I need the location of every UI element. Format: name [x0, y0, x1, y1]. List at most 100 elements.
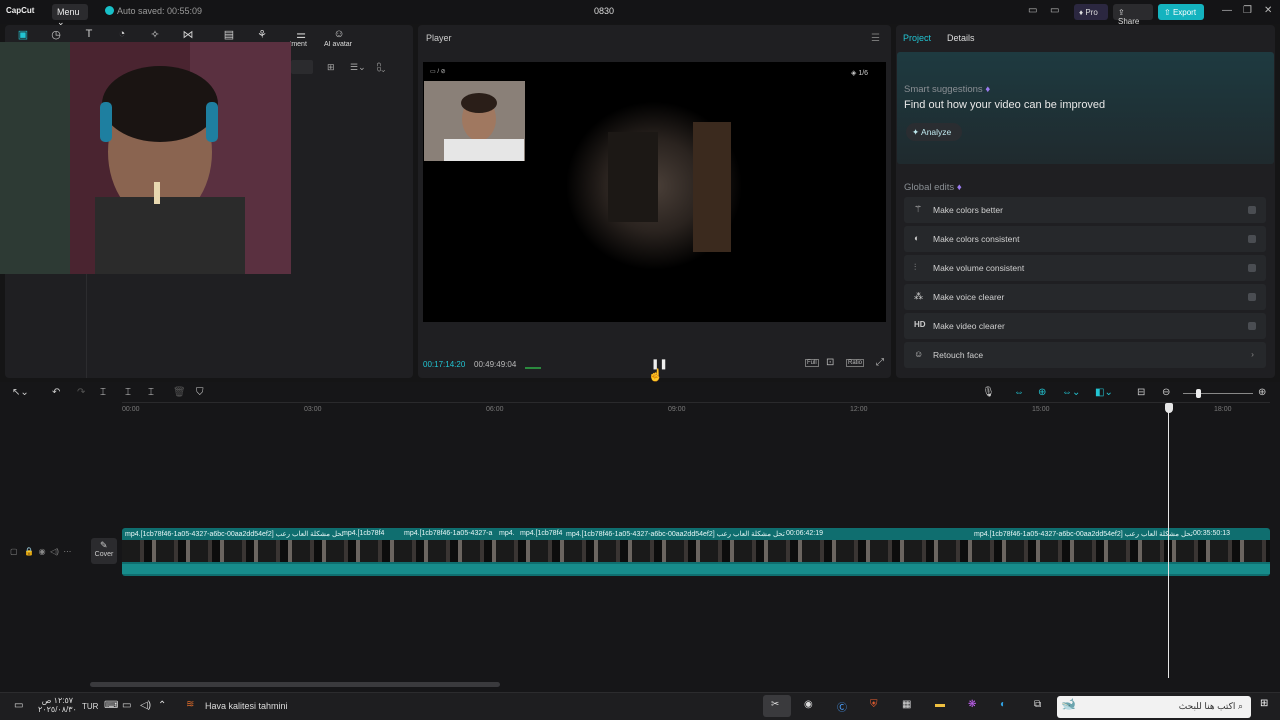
clip-label: mp4.	[499, 530, 515, 537]
tab-project[interactable]: Project	[903, 33, 931, 43]
select-tool-icon[interactable]: ↖⌄	[12, 387, 29, 398]
ruler-tick: 03:00	[304, 406, 322, 413]
c-app-icon[interactable]: Ⓒ	[837, 699, 847, 714]
microphone-icon[interactable]: 🎙	[982, 387, 995, 398]
share-button[interactable]: ⇪ Share	[1113, 4, 1153, 26]
search-highlight-icon: 🐋	[1061, 697, 1076, 711]
zoom-slider[interactable]	[1183, 393, 1253, 394]
undo-icon[interactable]: ↶	[52, 387, 60, 398]
toggle-box[interactable]	[1248, 206, 1256, 214]
timeline-scrollbar[interactable]	[90, 682, 500, 687]
track-select-icon[interactable]: ▢	[10, 547, 18, 556]
clip-label: mp4.[1cb78f4	[342, 530, 385, 537]
copilot-icon[interactable]: ❋	[968, 699, 976, 710]
monitor-icon[interactable]: ▭	[1050, 5, 1059, 16]
menu-icon[interactable]: ☰	[871, 33, 880, 44]
maximize-icon[interactable]: ❐	[1243, 5, 1252, 16]
more-icon[interactable]: ⋯	[63, 547, 71, 556]
diamond-icon: ♦	[985, 84, 991, 95]
search-input[interactable]	[291, 60, 313, 74]
taskbar-search[interactable]: اكتب هنا للبحث ⌕	[1057, 696, 1251, 718]
fit-icon[interactable]: ⊟	[1137, 387, 1145, 398]
magnet-icon[interactable]: ⊕	[1038, 387, 1046, 398]
chevron-up-icon[interactable]: ⌃	[158, 700, 166, 711]
edit-voice-clearer[interactable]: ⁂ Make voice clearer	[904, 284, 1266, 310]
global-edits-title: Global edits ♦	[904, 182, 962, 193]
crop-icon[interactable]: ▭ / ⊘	[430, 68, 446, 75]
delete-icon[interactable]: 🗑	[173, 387, 186, 398]
zoom-slider-handle[interactable]	[1196, 389, 1201, 398]
eye-icon[interactable]: ◉	[39, 547, 46, 556]
shield-icon[interactable]: ⛉	[196, 387, 204, 398]
filter-icon[interactable]: ⩉⌄	[377, 62, 385, 73]
minimize-icon[interactable]: —	[1222, 5, 1232, 16]
pro-button[interactable]: ♦ Pro	[1074, 4, 1108, 20]
volume-icon[interactable]: ◁)	[50, 547, 59, 556]
ai-avatar-tab-label: AI avatar	[324, 41, 353, 48]
export-button[interactable]: ⇧ Export	[1158, 4, 1204, 20]
clip-duration: 00:06:42:19	[786, 530, 823, 537]
zoom-out-icon[interactable]: ⊖	[1162, 387, 1170, 398]
saved-icon	[105, 6, 114, 15]
toggle-box[interactable]	[1248, 293, 1256, 301]
folder-icon[interactable]: ▬	[935, 699, 945, 710]
toggle-box[interactable]	[1248, 235, 1256, 243]
pip-webcam	[424, 81, 525, 161]
playhead[interactable]	[1168, 404, 1169, 678]
toggle-box[interactable]	[1248, 322, 1256, 330]
weather-widget[interactable]: Hava kalitesi tahmini	[205, 701, 288, 711]
sliders-icon: ⫶	[914, 262, 917, 272]
preview-axis-icon[interactable]: ◧⌄	[1095, 387, 1113, 398]
link-icon[interactable]: ⇔	[1014, 387, 1024, 398]
split-left-icon[interactable]: ⌶	[125, 387, 131, 398]
face-icon: ☺	[914, 349, 924, 359]
obs-app-icon[interactable]: ◉	[804, 699, 813, 710]
project-title: 0830	[593, 6, 615, 16]
edge-icon[interactable]: ◐	[1000, 699, 1006, 710]
sparkle-icon: ✦	[912, 127, 920, 137]
fullscreen-icon[interactable]: ⤢	[876, 357, 884, 368]
quality-indicator[interactable]: ◈ 1/6	[851, 69, 868, 77]
notification-icon[interactable]: ▭	[14, 700, 23, 711]
windows-start-icon[interactable]: ⊞	[1260, 698, 1268, 709]
capcut-app-icon[interactable]: ✂	[771, 699, 779, 710]
speaker-icon[interactable]: ◁)	[140, 700, 151, 711]
snapshot-icon[interactable]: ⊡	[826, 357, 834, 368]
weather-icon: ≋	[186, 699, 195, 710]
keyboard-icon[interactable]: ⌨	[104, 700, 118, 711]
ratio-button[interactable]: Ratio	[846, 359, 865, 367]
cover-button[interactable]: ✎ Cover	[91, 538, 117, 564]
tab-details[interactable]: Details	[947, 33, 975, 43]
video-track[interactable]: mp4.[1cb78f46-1a05-4327-a6bc-00aa2dd54ef…	[122, 528, 1270, 576]
layout-icon[interactable]: ▭	[1028, 5, 1037, 16]
analyze-button[interactable]: ✦ Analyze	[906, 123, 962, 141]
playhead-handle[interactable]	[1165, 403, 1173, 413]
edit-colors-consistent[interactable]: ◐ Make colors consistent	[904, 226, 1266, 252]
language-indicator[interactable]: TUR	[82, 702, 98, 711]
clip-label: mp4.[1cb78f46-1a05-4327-a6bc-00aa2dd54ef…	[974, 531, 1193, 538]
grid-view-icon[interactable]: ⊞	[327, 62, 335, 73]
sort-icon[interactable]: ☰⌄	[350, 62, 366, 73]
store-icon[interactable]: ▦	[902, 699, 911, 710]
ruler-tick: 00:00	[122, 406, 140, 413]
brave-icon[interactable]: ⛨	[870, 699, 878, 710]
toggle-box[interactable]	[1248, 264, 1256, 272]
menu-button[interactable]: Menu ⌄	[52, 4, 88, 27]
edit-video-clearer[interactable]: HD Make video clearer	[904, 313, 1266, 339]
split-icon[interactable]: ⌶	[100, 387, 106, 398]
lock-icon[interactable]: 🔒	[24, 547, 34, 556]
ruler-tick: 12:00	[850, 406, 868, 413]
zoom-in-icon[interactable]: ⊕	[1258, 387, 1266, 398]
task-view-icon[interactable]: ⧉	[1034, 699, 1041, 710]
split-right-icon[interactable]: ⌶	[148, 387, 154, 398]
snap-icon[interactable]: ⇔⌄	[1062, 387, 1080, 398]
close-icon[interactable]: ✕	[1264, 5, 1272, 16]
edit-retouch-face[interactable]: ☺ Retouch face ›	[904, 342, 1266, 368]
edit-icon: ✎	[100, 540, 108, 550]
battery-icon[interactable]: ▭	[122, 700, 131, 711]
redo-icon[interactable]: ↷	[77, 387, 85, 398]
clock[interactable]: ١٢:٥٧ ص ٢٠٢٥/٠٨/٣٠	[38, 696, 77, 714]
full-button[interactable]: Full	[805, 359, 819, 367]
edit-colors-better[interactable]: ⚚ Make colors better	[904, 197, 1266, 223]
edit-volume-consistent[interactable]: ⫶ Make volume consistent	[904, 255, 1266, 281]
